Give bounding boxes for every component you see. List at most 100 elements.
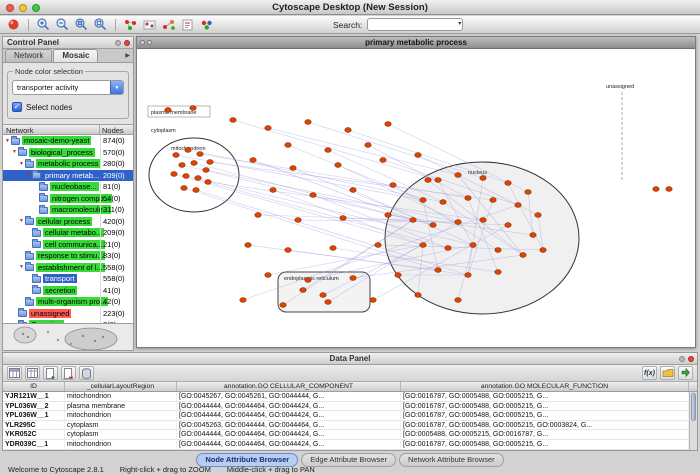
tree-row[interactable]: ▼establishment of l...558(0) (3, 262, 133, 274)
search-label: Search: (333, 20, 362, 30)
tree-row[interactable]: nitrogen compo...54(0) (3, 193, 133, 205)
folder-icon (32, 276, 41, 283)
column-header[interactable]: _cellularLayoutRegion (65, 382, 177, 391)
folder-icon (39, 184, 48, 191)
table-cell: mitochondrion (65, 411, 177, 420)
tree-row[interactable]: cellular metabo...209(0) (3, 227, 133, 239)
tree-node-label[interactable]: unassigned (29, 309, 71, 318)
tab-overflow-arrow-icon[interactable]: ▶ (122, 52, 133, 62)
tree-node-label[interactable]: cell communica... (43, 240, 105, 249)
network-snapshot-icon[interactable] (141, 17, 158, 33)
tree-row[interactable]: unassigned223(0) (3, 308, 133, 320)
tree-node-label[interactable]: nucleobase... (50, 182, 99, 191)
tree-row[interactable]: secretion 41(0) (3, 285, 133, 297)
formula-builder-icon[interactable]: f(x) (642, 366, 657, 380)
column-header[interactable]: annotation.GO MOLECULAR_FUNCTION (401, 382, 689, 391)
vizmapper-icon[interactable] (198, 17, 215, 33)
tree-row[interactable]: nucleobase...81(0) (3, 181, 133, 193)
table-scrollbar[interactable] (689, 392, 697, 450)
tree-node-count: 41(0) (100, 285, 133, 297)
control-panel-header: Control Panel (3, 37, 133, 49)
dropdown-arrow-icon[interactable]: ▼ (110, 81, 123, 94)
title-bar[interactable]: Cytoscape Desktop (New Session) (0, 0, 700, 15)
tree-node-label[interactable]: multi-organism pro... (36, 297, 108, 306)
search-dropdown-icon[interactable]: ▾ (458, 20, 461, 27)
first-neighbors-icon[interactable] (122, 17, 139, 33)
tree-row[interactable]: cell communica...21(0) (3, 239, 133, 251)
tree-expander-icon[interactable]: ▼ (25, 172, 32, 178)
delete-attribute-icon[interactable] (61, 366, 76, 380)
float-panel-icon[interactable] (115, 40, 121, 46)
network-view-titlebar[interactable]: primary metabolic process (137, 37, 695, 49)
tree-node-label[interactable]: Overview (29, 320, 64, 323)
zoom-in-icon[interactable] (35, 17, 52, 33)
tree-node-label[interactable]: biological_process (29, 148, 95, 157)
column-header[interactable]: annotation.GO CELLULAR_COMPONENT (177, 382, 401, 391)
tree-node-label[interactable]: cellular process (36, 217, 92, 226)
tree-indent (3, 186, 32, 187)
tree-node-label[interactable]: mosaic-demo-yeast (22, 136, 91, 145)
cytoscape-logo-icon[interactable] (5, 17, 22, 33)
tree-node-label[interactable]: establishment of l... (36, 263, 105, 272)
select-attributes-icon[interactable] (7, 366, 22, 380)
close-panel-icon[interactable] (124, 40, 130, 46)
table-row[interactable]: YJR121W__1mitochondrion[GO:0045267, GO:0… (3, 392, 697, 402)
scrollbar-thumb[interactable] (691, 393, 696, 421)
table-row[interactable]: YPL036W__2plasma membrane[GO:0044444, GO… (3, 402, 697, 412)
tree-node-label[interactable]: cellular metabo... (43, 228, 104, 237)
import-attributes-icon[interactable] (660, 366, 675, 380)
column-header[interactable]: ID (3, 382, 65, 391)
table-row[interactable]: YKR052Ccytoplasm[GO:0044444, GO:0044464,… (3, 430, 697, 440)
frame-close-icon[interactable] (140, 40, 145, 45)
tree-node-label[interactable]: metabolic process (36, 159, 100, 168)
tree-row[interactable]: response to stimu...83(0) (3, 250, 133, 262)
tree-row[interactable]: macromolecule...311(0) (3, 204, 133, 216)
tree-node-label[interactable]: response to stimu... (36, 251, 105, 260)
tree-row[interactable]: multi-organism pro...42(0) (3, 296, 133, 308)
select-nodes-checkbox[interactable]: ✓ (12, 102, 22, 112)
export-attributes-icon[interactable] (678, 366, 693, 380)
tab-network[interactable]: Network (5, 49, 52, 62)
tree-node-label[interactable]: transport (43, 274, 77, 283)
tree-column-nodes[interactable]: Nodes (100, 125, 133, 134)
float-panel-icon[interactable] (679, 356, 685, 362)
tree-expander-icon[interactable]: ▼ (4, 138, 11, 144)
attribute-db-icon[interactable] (79, 366, 94, 380)
tree-row[interactable]: transport558(0) (3, 273, 133, 285)
close-panel-icon[interactable] (688, 356, 694, 362)
search-input[interactable]: ▾ (367, 18, 463, 31)
new-attribute-icon[interactable] (43, 366, 58, 380)
tree-row[interactable]: ▼primary metab...209(0) (3, 170, 133, 182)
folder-icon (39, 195, 48, 202)
tree-row[interactable]: ▼metabolic process280(0) (3, 158, 133, 170)
tree-row[interactable]: ▼cellular process420(0) (3, 216, 133, 228)
annotations-icon[interactable] (179, 17, 196, 33)
tree-node-label[interactable]: secretion (43, 286, 77, 295)
tab-mosaic[interactable]: Mosaic (53, 49, 98, 62)
unselect-attributes-icon[interactable] (25, 366, 40, 380)
tree-row[interactable]: ▼mosaic-demo-yeast874(0) (3, 135, 133, 147)
network-graph[interactable]: plasma membranecytoplasmmitochondrionnuc… (138, 50, 694, 346)
network-canvas[interactable]: plasma membranecytoplasmmitochondrionnuc… (138, 50, 694, 346)
tree-expander-icon[interactable]: ▼ (11, 149, 18, 155)
zoom-out-icon[interactable] (54, 17, 71, 33)
table-cell: YDR039C__1 (3, 440, 65, 449)
tree-node-label[interactable]: primary metab... (43, 171, 101, 180)
tree-row[interactable]: ▼biological_process570(0) (3, 147, 133, 159)
node-color-dropdown[interactable]: transporter activity ▼ (12, 80, 124, 95)
zoom-fit-icon[interactable] (92, 17, 109, 33)
tree-indent (3, 209, 32, 210)
table-row[interactable]: YPL036W__1mitochondrion[GO:0044444, GO:0… (3, 411, 697, 421)
tree-expander-icon[interactable]: ▼ (18, 161, 25, 167)
network-view-frame[interactable]: primary metabolic process plasma membran… (136, 36, 696, 348)
zoom-selected-region-icon[interactable] (73, 17, 90, 33)
tree-column-network[interactable]: Network (3, 125, 100, 134)
tree-expander-icon[interactable]: ▼ (18, 218, 25, 224)
birds-eye-view[interactable] (3, 323, 133, 350)
table-row[interactable]: YLR295Ccytoplasm[GO:0045263, GO:0044444,… (3, 421, 697, 431)
table-row[interactable]: YDR039C__1mitochondrion[GO:0044444, GO:0… (3, 440, 697, 450)
tree-expander-icon[interactable]: ▼ (18, 264, 25, 270)
tree-row[interactable]: Overview8(0) (3, 319, 133, 323)
frame-minimize-icon[interactable] (147, 40, 152, 45)
create-network-icon[interactable] (160, 17, 177, 33)
